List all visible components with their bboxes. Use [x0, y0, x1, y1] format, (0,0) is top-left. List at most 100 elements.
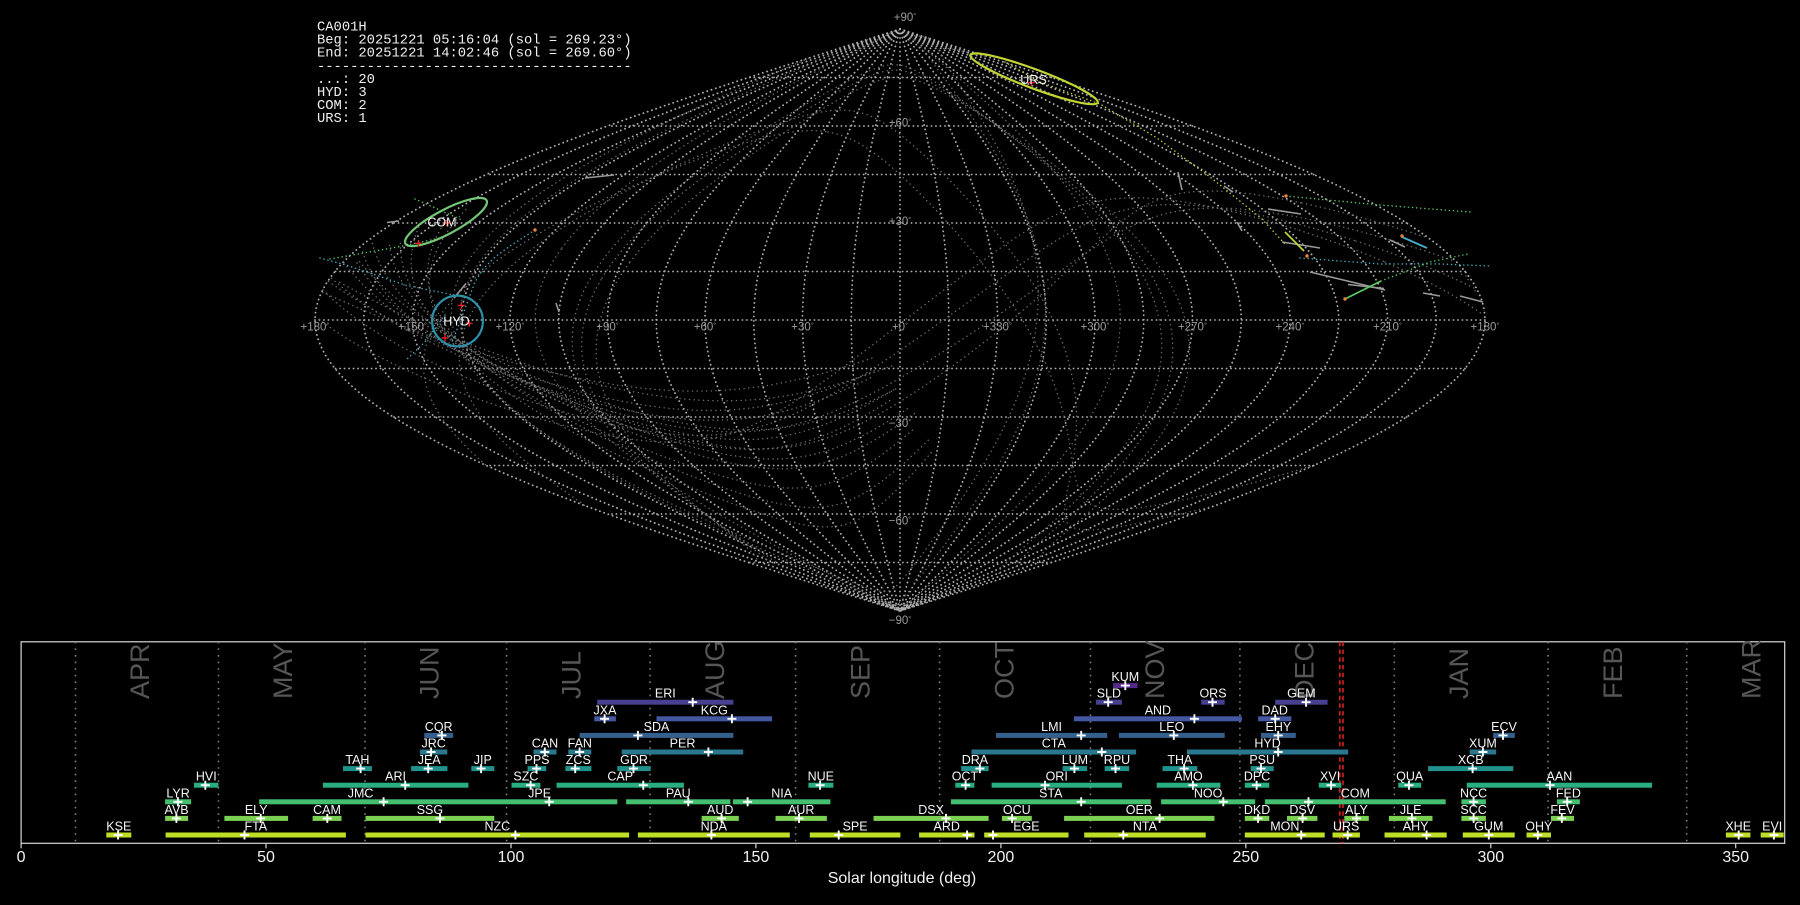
svg-text:+60°: +60°	[694, 321, 717, 334]
svg-text:FTA: FTA	[244, 820, 267, 834]
svg-text:MAR: MAR	[1736, 639, 1766, 699]
svg-text:FED: FED	[1556, 786, 1581, 800]
svg-text:CTA: CTA	[1042, 737, 1067, 751]
svg-text:OCT: OCT	[952, 770, 979, 784]
svg-text:CQR: CQR	[425, 720, 453, 734]
svg-text:+240°: +240°	[1276, 321, 1305, 334]
svg-text:SDA: SDA	[644, 720, 670, 734]
svg-text:NOO: NOO	[1194, 786, 1223, 800]
svg-text:ARI: ARI	[385, 770, 406, 784]
svg-text:JIP: JIP	[474, 753, 492, 767]
svg-text:JMC: JMC	[348, 786, 374, 800]
svg-text:TAH: TAH	[345, 753, 369, 767]
svg-text:100: 100	[498, 849, 525, 866]
svg-text:+120°: +120°	[496, 321, 525, 334]
svg-text:150: 150	[743, 849, 770, 866]
svg-text:−30°: −30°	[889, 417, 912, 430]
svg-text:SLD: SLD	[1097, 687, 1121, 701]
svg-text:+30°: +30°	[889, 215, 912, 228]
svg-text:OCT: OCT	[989, 642, 1019, 699]
svg-text:+60°: +60°	[889, 117, 912, 130]
svg-text:STA: STA	[1039, 786, 1063, 800]
svg-text:URS: 1: URS: 1	[317, 112, 367, 127]
svg-text:ORI: ORI	[1046, 770, 1068, 784]
svg-text:KCG: KCG	[701, 703, 728, 717]
svg-text:GUM: GUM	[1474, 820, 1503, 834]
svg-text:LEO: LEO	[1159, 720, 1184, 734]
svg-text:DKD: DKD	[1244, 803, 1270, 817]
svg-text:JAN: JAN	[1444, 648, 1474, 699]
svg-text:NZC: NZC	[484, 820, 510, 834]
svg-text:JUN: JUN	[415, 647, 445, 700]
svg-text:JLE: JLE	[1400, 803, 1422, 817]
svg-text:0: 0	[17, 849, 26, 866]
svg-text:50: 50	[257, 849, 275, 866]
svg-text:+270°: +270°	[1178, 321, 1207, 334]
svg-text:HVI: HVI	[196, 770, 217, 784]
svg-text:THA: THA	[1167, 753, 1193, 767]
svg-text:NTA: NTA	[1133, 820, 1158, 834]
svg-text:HYD: HYD	[1254, 737, 1280, 751]
svg-text:DPC: DPC	[1244, 770, 1270, 784]
svg-text:LMI: LMI	[1041, 720, 1062, 734]
svg-text:DSX: DSX	[918, 803, 944, 817]
svg-text:−60°: −60°	[889, 514, 912, 527]
svg-text:PSU: PSU	[1249, 753, 1275, 767]
svg-text:NDA: NDA	[701, 820, 728, 834]
svg-text:250: 250	[1232, 849, 1259, 866]
svg-text:OCU: OCU	[1003, 803, 1031, 817]
svg-text:350: 350	[1722, 849, 1749, 866]
svg-text:AAN: AAN	[1547, 770, 1573, 784]
svg-text:+90°: +90°	[596, 321, 619, 334]
svg-text:JEA: JEA	[418, 753, 442, 767]
svg-text:MON: MON	[1270, 820, 1299, 834]
svg-text:AUR: AUR	[788, 803, 814, 817]
svg-text:CAM: CAM	[313, 803, 341, 817]
svg-text:RPU: RPU	[1104, 753, 1130, 767]
svg-text:CAN: CAN	[532, 737, 558, 751]
svg-text:SEP: SEP	[845, 645, 875, 699]
svg-text:−90°: −90°	[889, 614, 912, 627]
svg-text:XVI: XVI	[1320, 770, 1340, 784]
svg-text:OHY: OHY	[1525, 820, 1553, 834]
svg-text:XCB: XCB	[1458, 753, 1484, 767]
svg-text:SSG: SSG	[417, 803, 443, 817]
svg-text:MAY: MAY	[268, 642, 298, 699]
svg-text:JXA: JXA	[594, 703, 618, 717]
svg-text:DAD: DAD	[1261, 703, 1287, 717]
svg-text:+180°: +180°	[1471, 321, 1500, 334]
svg-text:GEM: GEM	[1287, 687, 1315, 701]
svg-text:XUM: XUM	[1469, 737, 1497, 751]
svg-text:KSE: KSE	[106, 820, 131, 834]
svg-text:ORS: ORS	[1199, 687, 1226, 701]
svg-text:AHY: AHY	[1403, 820, 1429, 834]
svg-text:+30°: +30°	[791, 321, 814, 334]
svg-text:ALY: ALY	[1345, 803, 1368, 817]
svg-text:SPE: SPE	[843, 820, 868, 834]
svg-text:URS: URS	[1020, 73, 1046, 87]
svg-text:FEV: FEV	[1550, 803, 1575, 817]
svg-text:+150°: +150°	[398, 321, 427, 334]
svg-text:SZC: SZC	[513, 770, 538, 784]
svg-text:HYD: HYD	[443, 315, 469, 329]
svg-text:PPS: PPS	[524, 753, 549, 767]
svg-text:JPE: JPE	[528, 786, 551, 800]
svg-text:LUM: LUM	[1062, 753, 1088, 767]
svg-text:200: 200	[988, 849, 1015, 866]
svg-text:OER: OER	[1126, 803, 1153, 817]
svg-text:JUL: JUL	[556, 651, 586, 699]
svg-text:QUA: QUA	[1396, 770, 1424, 784]
svg-text:300: 300	[1477, 849, 1504, 866]
svg-text:+300°: +300°	[1081, 321, 1110, 334]
svg-text:APR: APR	[125, 643, 155, 699]
svg-text:ZCS: ZCS	[566, 753, 591, 767]
svg-text:URS: URS	[1333, 820, 1359, 834]
svg-text:NOV: NOV	[1140, 640, 1170, 699]
svg-text:NCC: NCC	[1460, 786, 1487, 800]
svg-text:DSV: DSV	[1289, 803, 1315, 817]
svg-text:FEB: FEB	[1598, 646, 1628, 699]
svg-text:NIA: NIA	[771, 786, 793, 800]
svg-text:+180°: +180°	[301, 321, 330, 334]
svg-text:GDR: GDR	[620, 753, 648, 767]
svg-text:EVI: EVI	[1762, 820, 1782, 834]
